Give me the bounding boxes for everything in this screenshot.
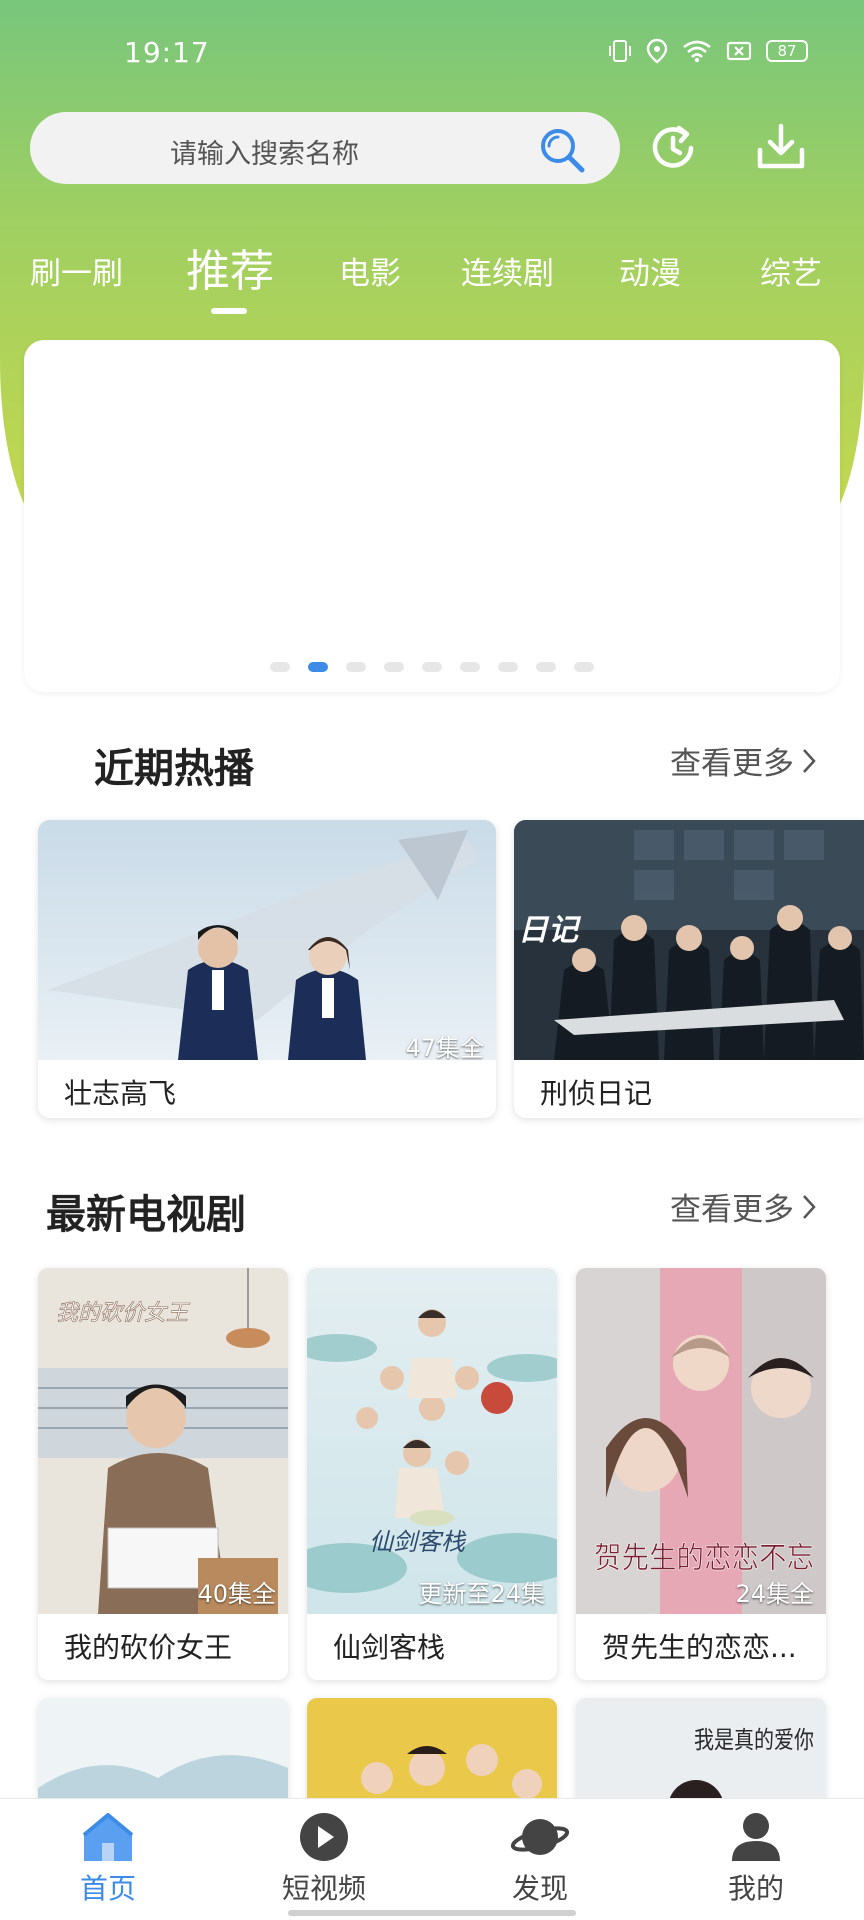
tab-anime[interactable]: 动漫: [619, 248, 681, 293]
status-icons: 87: [608, 38, 808, 64]
episode-badge: 24集全: [735, 1580, 814, 1608]
nav-label: 我的: [727, 1872, 784, 1905]
tab-shuayishua[interactable]: 刷一刷: [30, 248, 123, 293]
episode-badge: 更新至24集: [418, 1580, 545, 1608]
tv-item-poster: 仙剑客栈: [307, 1268, 557, 1614]
chevron-right-icon: [803, 748, 816, 773]
bottom-navigation: 首页 短视频 发现 我的: [0, 1798, 864, 1920]
hot-item-thumbnail: 日记: [514, 820, 864, 1060]
pagination-dot[interactable]: [422, 662, 442, 672]
poster-text: 仙剑客栈: [369, 1528, 467, 1556]
battery-indicator: 87: [766, 40, 808, 62]
search-bar[interactable]: 请输入搜索名称: [30, 112, 620, 184]
tv-item-card[interactable]: 仙剑客栈 更新至24集 仙剑客栈: [307, 1268, 557, 1680]
hot-item-thumbnail: [38, 820, 496, 1060]
wifi-icon: [683, 40, 711, 63]
download-icon[interactable]: [755, 120, 807, 174]
pagination-dot[interactable]: [346, 662, 366, 672]
active-tab-indicator: [211, 308, 247, 314]
see-more-label: 查看更多: [670, 746, 794, 782]
tv-item-title: 贺先生的恋恋...: [602, 1631, 797, 1664]
poster-text: 我是真的爱你: [694, 1726, 814, 1754]
pagination-dot[interactable]: [460, 662, 480, 672]
history-icon[interactable]: [645, 120, 701, 176]
vibrate-icon: [609, 40, 631, 62]
poster-text: 贺先生的恋恋不忘: [594, 1541, 814, 1576]
tab-recommend[interactable]: 推荐: [186, 235, 274, 299]
see-more-label: 查看更多: [670, 1192, 794, 1228]
tv-item-title: 仙剑客栈: [333, 1631, 446, 1664]
pagination-dot[interactable]: [498, 662, 518, 672]
play-icon: [300, 1813, 348, 1861]
status-bar: 19:17 87: [0, 0, 864, 110]
pagination-dot[interactable]: [270, 662, 290, 672]
episode-badge: 47集全: [405, 1034, 484, 1062]
category-tabs: 刷一刷 推荐 电影 连续剧 动漫 综艺: [0, 230, 864, 320]
tv-item-card[interactable]: 贺先生的恋恋不忘 24集全 贺先生的恋恋...: [576, 1268, 826, 1680]
nav-discover[interactable]: 发现: [480, 1811, 600, 1907]
location-icon: [646, 38, 668, 64]
pagination-dot[interactable]: [536, 662, 556, 672]
hot-see-more-link[interactable]: 查看更多: [670, 738, 818, 783]
pagination-dot[interactable]: [384, 662, 404, 672]
banner-pagination: [24, 662, 840, 672]
tv-item-title: 我的砍价女王: [64, 1631, 233, 1664]
nav-profile[interactable]: 我的: [696, 1811, 816, 1907]
pagination-dot[interactable]: [574, 662, 594, 672]
tv-item-poster: 贺先生的恋恋不忘: [576, 1268, 826, 1614]
section-title-tv: 最新电视剧: [46, 1192, 246, 1238]
episode-badge: 40集全: [197, 1580, 276, 1608]
nav-home[interactable]: 首页: [48, 1811, 168, 1907]
section-title-hot: 近期热播: [94, 746, 254, 792]
tab-series[interactable]: 连续剧: [461, 248, 554, 293]
chevron-right-icon: [803, 1194, 816, 1219]
nav-label: 短视频: [281, 1872, 366, 1905]
nav-short-video[interactable]: 短视频: [264, 1811, 384, 1907]
screen-record-icon: [726, 41, 752, 61]
hot-item-card[interactable]: 47集全 壮志高飞: [38, 820, 496, 1118]
user-icon: [732, 1813, 780, 1861]
tab-variety[interactable]: 综艺: [760, 248, 822, 293]
pagination-dot[interactable]: [308, 662, 328, 672]
tv-see-more-link[interactable]: 查看更多: [670, 1184, 818, 1229]
tv-item-poster: 我的砍价女王: [38, 1268, 288, 1614]
planet-icon: [510, 1819, 570, 1855]
banner-carousel[interactable]: [24, 340, 840, 692]
hot-item-title: 壮志高飞: [64, 1077, 177, 1110]
svg-text:日记: 日记: [518, 913, 582, 948]
poster-text: 我的砍价女王: [56, 1301, 190, 1326]
hot-item-card[interactable]: 日记 刑侦日记: [514, 820, 864, 1118]
home-icon: [82, 1813, 134, 1861]
tv-item-card[interactable]: 我的砍价女王 40集全 我的砍价女王: [38, 1268, 288, 1680]
home-gesture-bar: [288, 1910, 576, 1916]
search-placeholder: 请输入搜索名称: [170, 139, 359, 170]
status-time: 19:17: [124, 36, 210, 69]
hot-item-title: 刑侦日记: [540, 1077, 653, 1110]
nav-label: 首页: [79, 1872, 136, 1905]
tab-movie[interactable]: 电影: [339, 248, 401, 293]
search-icon[interactable]: [538, 126, 586, 174]
nav-label: 发现: [511, 1872, 568, 1905]
